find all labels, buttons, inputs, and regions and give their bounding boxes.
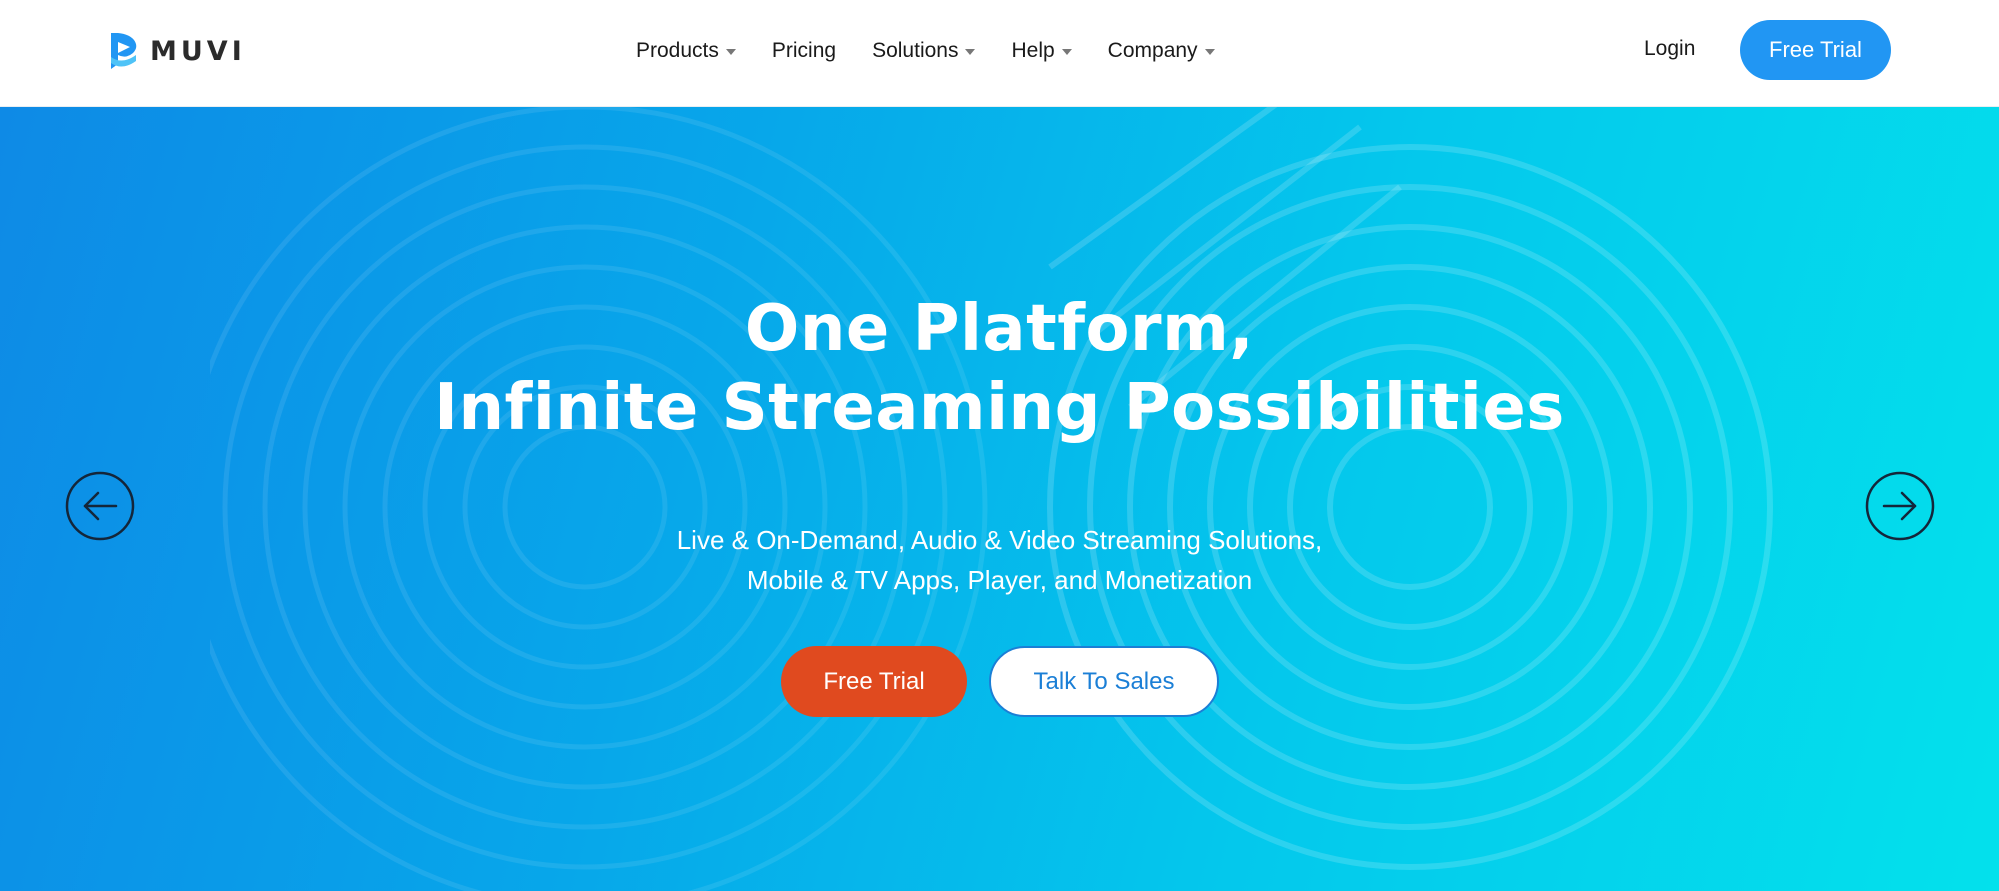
nav-item-solutions[interactable]: Solutions	[872, 39, 976, 63]
header-free-trial-button[interactable]: Free Trial	[1740, 20, 1891, 80]
nav-item-pricing[interactable]: Pricing	[772, 39, 836, 63]
arrow-right-icon	[1865, 471, 1935, 541]
nav-item-help[interactable]: Help	[1011, 39, 1072, 63]
hero-background-rings	[210, 107, 1773, 891]
hero-subline-line-1: Live & On-Demand, Audio & Video Streamin…	[676, 525, 1323, 555]
hero-subline-line-2: Mobile & TV Apps, Player, and Monetizati…	[746, 565, 1253, 595]
main-nav: Products Pricing Solutions Help Company	[636, 33, 1215, 69]
nav-item-label: Help	[1011, 39, 1055, 62]
muvi-logo-icon	[111, 33, 137, 69]
logo-wordmark: MUVI	[150, 35, 246, 67]
nav-item-label: Company	[1107, 39, 1198, 62]
nav-item-label: Solutions	[872, 39, 959, 62]
nav-item-products[interactable]: Products	[636, 39, 736, 63]
hero-section: One Platform, Infinite Streaming Possibi…	[0, 107, 1999, 891]
site-header: MUVI Products Pricing Solutions Help Com…	[0, 0, 1999, 107]
caret-down-icon	[725, 49, 736, 55]
caret-down-icon	[1061, 49, 1072, 55]
hero-headline-line-2: Infinite Streaming Possibilities	[434, 371, 1565, 445]
hero-free-trial-button[interactable]: Free Trial	[781, 646, 967, 717]
talk-to-sales-button[interactable]: Talk To Sales	[989, 646, 1219, 717]
caret-down-icon	[965, 49, 976, 55]
nav-item-company[interactable]: Company	[1108, 39, 1215, 63]
hero-headline-line-1: One Platform,	[744, 292, 1255, 366]
muvi-logo[interactable]: MUVI	[108, 30, 246, 72]
nav-item-label: Pricing	[771, 39, 837, 62]
carousel-prev-button[interactable]	[65, 471, 135, 541]
arrow-left-icon	[65, 471, 135, 541]
caret-down-icon	[1204, 49, 1215, 55]
login-link[interactable]: Login	[1644, 37, 1695, 61]
carousel-next-button[interactable]	[1865, 471, 1935, 541]
nav-item-label: Products	[636, 39, 719, 62]
